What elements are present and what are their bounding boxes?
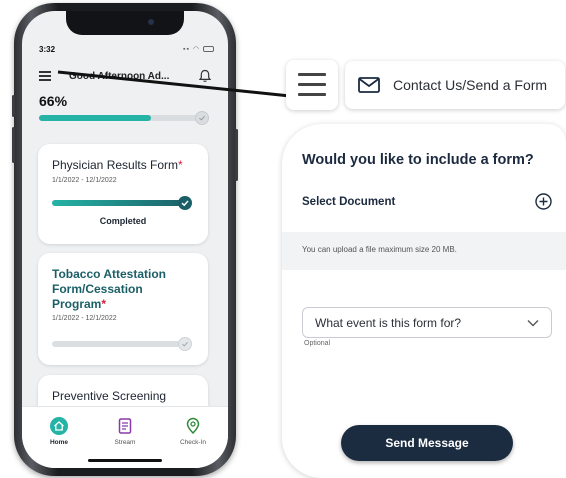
- select-document-label: Select Document: [302, 196, 396, 208]
- chevron-down-icon: [527, 320, 539, 327]
- upload-size-note: You can upload a file maximum size 20 MB…: [302, 245, 457, 254]
- event-select-dropdown[interactable]: What event is this form for?: [302, 307, 552, 338]
- send-form-panel: Would you like to include a form? Select…: [282, 124, 566, 478]
- contact-us-menu-item[interactable]: Contact Us/Send a Form: [345, 61, 565, 109]
- zoomed-menu-icon[interactable]: [286, 60, 338, 110]
- send-message-button[interactable]: Send Message: [341, 425, 513, 461]
- form-question-heading: Would you like to include a form?: [302, 152, 534, 168]
- mail-icon: [358, 77, 380, 93]
- contact-us-label: Contact Us/Send a Form: [393, 77, 548, 93]
- event-select-placeholder: What event is this form for?: [315, 316, 462, 330]
- add-document-icon[interactable]: [535, 193, 552, 210]
- upload-info-band: You can upload a file maximum size 20 MB…: [282, 232, 566, 270]
- optional-note: Optional: [304, 340, 331, 347]
